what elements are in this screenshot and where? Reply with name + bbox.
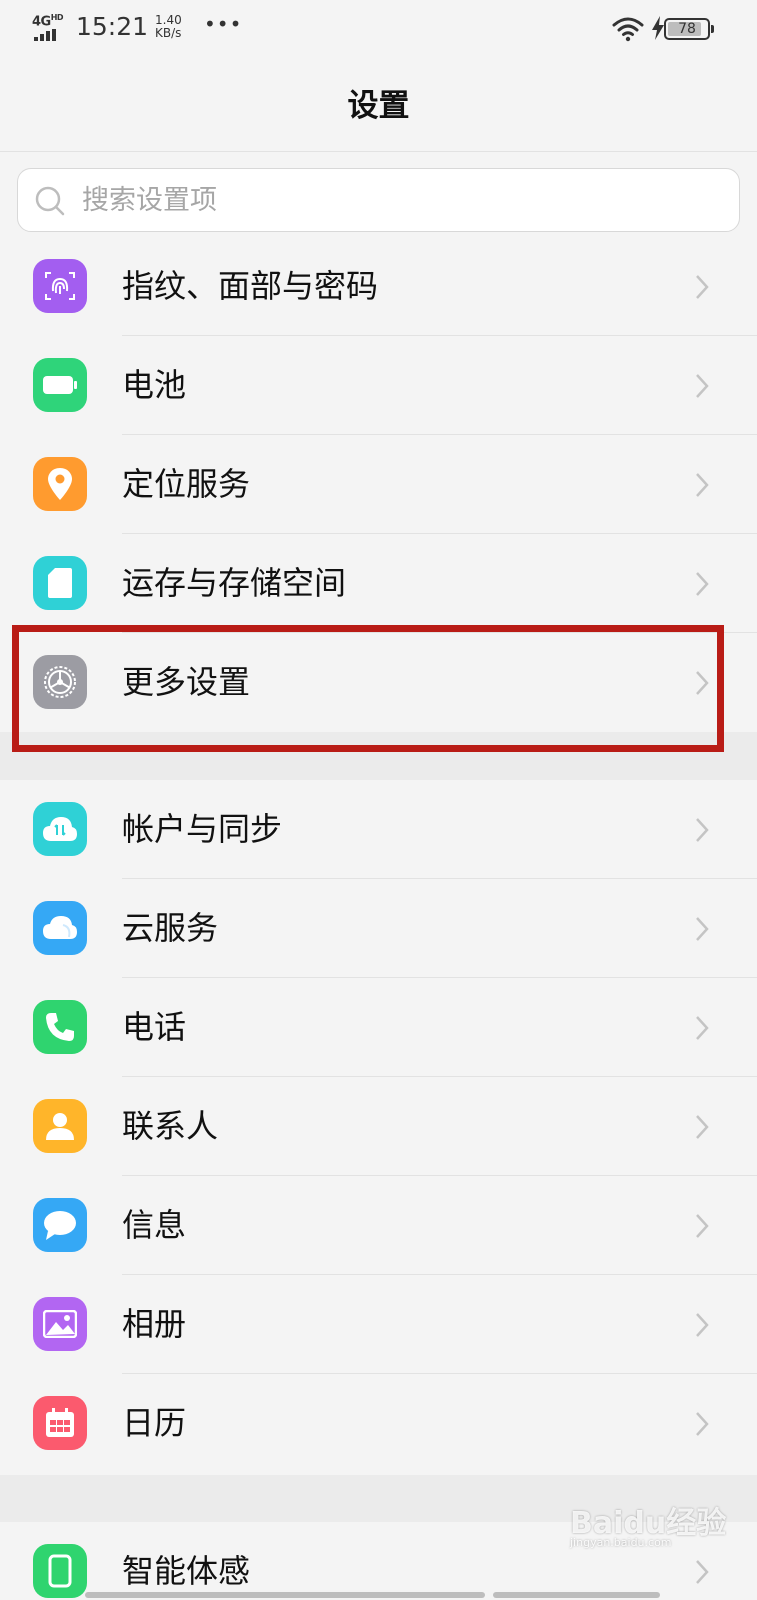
settings-item-battery[interactable]: 电池	[0, 336, 757, 435]
smart-motion-icon	[33, 1544, 87, 1598]
settings-item-label: 运存与存储空间	[122, 564, 347, 602]
charging-bolt-icon	[652, 16, 664, 40]
chevron-right-icon	[696, 671, 709, 695]
network-hd: HD	[50, 13, 64, 22]
page-header: 设置	[0, 60, 757, 152]
battery-icon	[33, 358, 87, 412]
chevron-right-icon	[696, 1115, 709, 1139]
settings-item-label: 定位服务	[122, 465, 251, 503]
clock: 15:21	[76, 12, 149, 41]
message-icon	[33, 1198, 87, 1252]
settings-item-label: 指纹、面部与密码	[122, 267, 379, 305]
settings-item-label: 电池	[122, 366, 187, 404]
settings-item-label: 信息	[122, 1206, 187, 1244]
gear-icon	[33, 655, 87, 709]
settings-item-calendar[interactable]: 日历	[0, 1374, 757, 1473]
cloud-icon	[33, 901, 87, 955]
chevron-right-icon	[696, 275, 709, 299]
settings-group-1: 指纹、面部与密码 电池 定位服务 运存与存储空间 更多设置	[0, 237, 757, 732]
baidu-jingyan-watermark: Baidu经验 jingyan.baidu.com	[570, 1488, 745, 1554]
chevron-right-icon	[696, 572, 709, 596]
settings-item-label: 相册	[122, 1305, 187, 1343]
signal-icon: 4GHD	[32, 13, 68, 43]
phone-icon	[33, 1000, 87, 1054]
settings-item-phone[interactable]: 电话	[0, 978, 757, 1077]
cloud-sync-icon	[33, 802, 87, 856]
calendar-icon	[33, 1396, 87, 1450]
chevron-right-icon	[696, 917, 709, 941]
settings-item-label: 云服务	[122, 909, 219, 947]
sd-card-icon	[33, 556, 87, 610]
chevron-right-icon	[696, 1016, 709, 1040]
gallery-icon	[33, 1297, 87, 1351]
network-speed: 1.40 KB/s	[155, 14, 195, 40]
settings-item-memory-storage[interactable]: 运存与存储空间	[0, 534, 757, 633]
chevron-right-icon	[696, 818, 709, 842]
settings-item-gallery[interactable]: 相册	[0, 1275, 757, 1374]
location-pin-icon	[33, 457, 87, 511]
network-type: 4G	[32, 14, 51, 30]
settings-item-fingerprint-face-password[interactable]: 指纹、面部与密码	[0, 237, 757, 336]
chevron-right-icon	[696, 1214, 709, 1238]
search-icon	[35, 186, 65, 216]
settings-item-label: 帐户与同步	[122, 810, 283, 848]
settings-item-accounts-sync[interactable]: 帐户与同步	[0, 780, 757, 879]
more-notifications-icon: •••	[204, 12, 243, 36]
settings-group-2: 帐户与同步 云服务 电话 联系人 信息 相册 日历	[0, 780, 757, 1475]
search-input[interactable]	[82, 169, 722, 231]
status-bar: 4GHD 15:21 1.40 KB/s ••• 78	[0, 0, 757, 60]
battery-level: 78	[678, 21, 696, 37]
settings-item-messages[interactable]: 信息	[0, 1176, 757, 1275]
wifi-icon	[612, 17, 644, 42]
contact-icon	[33, 1099, 87, 1153]
settings-item-label: 电话	[122, 1008, 187, 1046]
search-bar[interactable]	[17, 168, 740, 232]
settings-item-cloud-service[interactable]: 云服务	[0, 879, 757, 978]
chevron-right-icon	[696, 374, 709, 398]
settings-item-label: 联系人	[122, 1107, 219, 1145]
fingerprint-icon	[33, 259, 87, 313]
settings-item-contacts[interactable]: 联系人	[0, 1077, 757, 1176]
chevron-right-icon	[696, 473, 709, 497]
watermark-site: jingyan.baidu.com	[570, 1536, 672, 1549]
chevron-right-icon	[696, 1313, 709, 1337]
settings-item-label: 更多设置	[122, 663, 251, 701]
chevron-right-icon	[696, 1560, 709, 1584]
chevron-right-icon	[696, 1412, 709, 1436]
group-separator	[0, 732, 757, 780]
settings-item-label: 智能体感	[122, 1552, 251, 1590]
scroll-indicator	[85, 1590, 660, 1600]
settings-item-label: 日历	[122, 1404, 187, 1442]
page-title: 设置	[347, 88, 410, 124]
speed-unit: KB/s	[155, 26, 182, 40]
settings-item-location[interactable]: 定位服务	[0, 435, 757, 534]
battery-icon: 78	[664, 18, 714, 40]
settings-item-more-settings[interactable]: 更多设置	[0, 633, 757, 732]
